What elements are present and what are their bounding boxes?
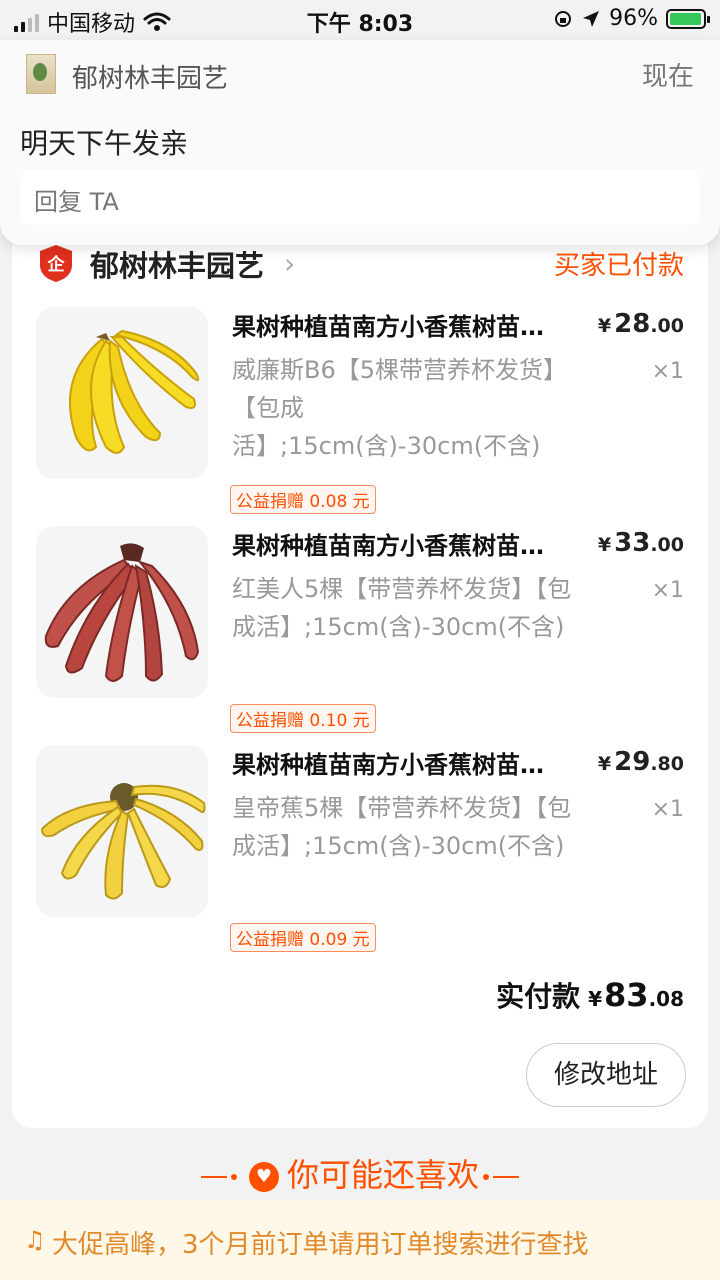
- shop-logo-icon: [26, 54, 56, 94]
- donation-badge: 公益捐赠 0.09 元: [230, 923, 376, 952]
- currency-symbol: ¥: [597, 534, 612, 556]
- price-integer: 28: [614, 309, 651, 339]
- product-quantity: ×1: [651, 797, 684, 822]
- product-title[interactable]: 果树种植苗南方小香蕉树苗…: [232, 307, 592, 342]
- orientation-lock-icon: [555, 10, 572, 27]
- notification-app-name: 郁树林丰园艺: [72, 64, 229, 94]
- divider-dot: [230, 1174, 237, 1180]
- price-integer: 33: [614, 528, 651, 558]
- order-item[interactable]: 果树种植苗南方小香蕉树苗… 红美人5棵【带营养杯发货】【包成活】;15cm(含)…: [12, 526, 708, 741]
- change-address-button[interactable]: 修改地址: [526, 1043, 686, 1107]
- total-label: 实付款: [496, 980, 581, 1013]
- order-status: 买家已付款: [553, 251, 684, 281]
- product-quantity: ×1: [651, 359, 684, 384]
- product-price: ¥33.00: [598, 528, 684, 558]
- donation-badge: 公益捐赠 0.10 元: [230, 704, 376, 733]
- store-badge-icon: 企: [40, 245, 72, 282]
- tip-bar[interactable]: ♫ 大促高峰，3个月前订单请用订单搜索进行查找: [0, 1200, 720, 1280]
- product-sku: 皇帝蕉5棵【带营养杯发货】【包成活】;15cm(含)-30cm(不含): [232, 794, 572, 860]
- status-bar: 中国移动 下午 8:03 96%: [0, 0, 720, 40]
- product-sku: 威廉斯B6【5棵带营养杯发货】【包成活】;15cm(含)-30cm(不含): [232, 356, 568, 460]
- svg-text:企: 企: [47, 254, 66, 275]
- price-decimal: .80: [650, 753, 684, 775]
- product-image-emperor-banana[interactable]: [36, 745, 208, 917]
- order-item[interactable]: 果树种植苗南方小香蕉树苗… 威廉斯B6【5棵带营养杯发货】【包成活】;15cm(…: [12, 307, 708, 522]
- product-price: ¥29.80: [598, 747, 684, 777]
- price-integer: 29: [614, 747, 651, 777]
- order-card: 企 郁树林丰园艺 › 买家已付款 果树种植苗南方小香蕉树苗… 威廉斯B6【5棵带…: [12, 215, 708, 1128]
- status-right: 96%: [553, 6, 710, 31]
- currency-symbol: ¥: [597, 753, 612, 775]
- battery-fill: [670, 12, 701, 25]
- heart-icon: ♥: [248, 1162, 279, 1192]
- total-decimal: .08: [648, 987, 684, 1011]
- recommendation-header: ♥ 你可能还喜欢: [0, 1150, 720, 1196]
- product-sku: 红美人5棵【带营养杯发货】【包成活】;15cm(含)-30cm(不含): [232, 575, 572, 641]
- product-quantity: ×1: [651, 578, 684, 603]
- divider-line: [200, 1176, 227, 1178]
- price-decimal: .00: [650, 534, 684, 556]
- product-price: ¥28.00: [598, 309, 684, 339]
- location-arrow-icon: [583, 10, 600, 27]
- product-image-red-banana[interactable]: [36, 526, 208, 698]
- order-total: 实付款 ¥83.08: [496, 975, 684, 1015]
- notification-time: 现在: [641, 62, 694, 92]
- divider-line: [493, 1176, 519, 1178]
- currency-symbol: ¥: [597, 315, 612, 337]
- battery-percent: 96%: [609, 6, 658, 31]
- notification-banner[interactable]: 郁树林丰园艺 现在 明天下午发亲 回复 TA: [0, 40, 720, 245]
- price-decimal: .00: [650, 315, 684, 337]
- notification-message: 明天下午发亲: [20, 127, 189, 160]
- tip-text: 大促高峰，3个月前订单请用订单搜索进行查找: [52, 1230, 589, 1260]
- product-title[interactable]: 果树种植苗南方小香蕉树苗…: [232, 526, 592, 561]
- battery-icon: [666, 8, 710, 29]
- bell-icon: ♫: [24, 1226, 46, 1254]
- recommendation-title: 你可能还喜欢: [286, 1156, 479, 1194]
- divider-dot: [483, 1174, 489, 1180]
- product-title[interactable]: 果树种植苗南方小香蕉树苗…: [232, 745, 592, 780]
- total-integer: 83: [604, 976, 649, 1014]
- product-image-yellow-banana[interactable]: [36, 307, 208, 479]
- reply-input[interactable]: 回复 TA: [20, 170, 700, 225]
- donation-badge: 公益捐赠 0.08 元: [230, 485, 376, 514]
- shop-name[interactable]: 郁树林丰园艺: [90, 243, 264, 285]
- total-currency: ¥: [588, 987, 603, 1011]
- chevron-right-icon[interactable]: ›: [284, 247, 295, 280]
- order-item[interactable]: 果树种植苗南方小香蕉树苗… 皇帝蕉5棵【带营养杯发货】【包成活】;15cm(含)…: [12, 745, 708, 960]
